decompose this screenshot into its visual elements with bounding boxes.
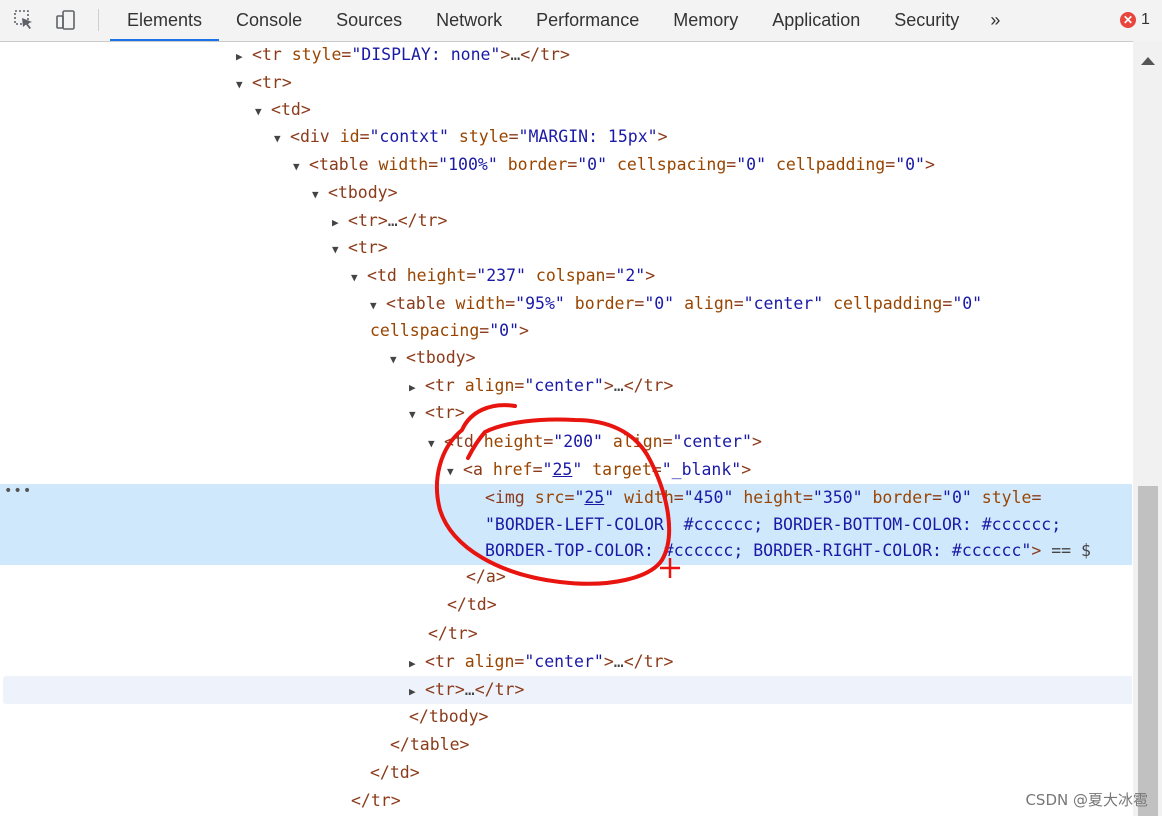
more-tabs-button[interactable]: » xyxy=(976,0,1014,41)
tree-node-close[interactable]: </tr> xyxy=(0,620,1132,648)
selected-tree-node[interactable]: <img src="25" width="450" height="350" b… xyxy=(0,484,1132,512)
error-icon: ✕ xyxy=(1120,12,1136,28)
src-link[interactable]: 25 xyxy=(584,488,604,507)
tab-elements[interactable]: Elements xyxy=(110,0,220,41)
collapse-triangle-icon[interactable]: ▼ xyxy=(312,181,328,209)
collapse-triangle-icon[interactable]: ▼ xyxy=(293,153,309,181)
tree-node-close[interactable]: </table> xyxy=(0,731,1132,759)
selected-tree-node-continuation: "BORDER-LEFT-COLOR: #cccccc; BORDER-BOTT… xyxy=(0,511,1132,539)
tree-node-close[interactable]: </tr> xyxy=(0,787,1132,815)
tree-node[interactable]: ▼ <td height="200" align="center"> xyxy=(0,428,1132,456)
error-count: 1 xyxy=(1141,11,1150,28)
expand-triangle-icon[interactable]: ▶ xyxy=(409,650,425,678)
tree-node[interactable]: ▼ <tbody> xyxy=(0,179,1132,207)
toolbar-separator xyxy=(98,9,99,31)
collapse-triangle-icon[interactable]: ▼ xyxy=(409,401,425,429)
tree-node[interactable]: ▼ <tr> xyxy=(0,234,1132,262)
collapse-triangle-icon[interactable]: ▼ xyxy=(428,430,444,458)
tree-node[interactable]: ▼ <tr> xyxy=(0,399,1132,427)
collapse-triangle-icon[interactable]: ▼ xyxy=(236,71,252,99)
tree-node-close[interactable]: </a> xyxy=(0,563,1132,591)
tab-security[interactable]: Security xyxy=(877,0,976,41)
scroll-up-arrow-icon[interactable] xyxy=(1141,57,1155,65)
error-counter[interactable]: ✕ 1 xyxy=(1120,9,1150,31)
tree-node[interactable]: ▼ <tbody> xyxy=(0,344,1132,372)
watermark: CSDN @夏大冰雹 xyxy=(1025,791,1148,809)
expand-triangle-icon[interactable]: ▶ xyxy=(236,43,252,71)
collapse-triangle-icon[interactable]: ▼ xyxy=(370,292,386,320)
tree-node-close[interactable]: </td> xyxy=(0,591,1132,619)
tree-node[interactable]: ▼ <table width="100%" border="0" cellspac… xyxy=(0,151,1132,179)
collapse-triangle-icon[interactable]: ▼ xyxy=(390,346,406,374)
collapse-triangle-icon[interactable]: ▼ xyxy=(351,264,367,292)
tab-console[interactable]: Console xyxy=(219,0,319,41)
tree-node[interactable]: ▼ <td height="237" colspan="2"> xyxy=(0,262,1132,290)
tab-sources[interactable]: Sources xyxy=(319,0,419,41)
collapse-triangle-icon[interactable]: ▼ xyxy=(447,458,463,486)
tree-node[interactable]: ▼ <tr> xyxy=(0,69,1132,97)
tree-node[interactable]: ▼ <a href="25" target="_blank"> xyxy=(0,456,1132,484)
device-toggle-icon[interactable] xyxy=(54,8,78,32)
collapse-triangle-icon[interactable]: ▼ xyxy=(255,98,271,126)
devtools-toolbar: Elements Console Sources Network Perform… xyxy=(0,0,1162,42)
panel-tabs: Elements Console Sources Network Perform… xyxy=(110,0,1014,41)
expand-triangle-icon[interactable]: ▶ xyxy=(409,678,425,706)
collapse-triangle-icon[interactable]: ▼ xyxy=(332,236,348,264)
tree-node-close[interactable]: </tbody> xyxy=(0,703,1132,731)
tree-node[interactable]: ▼ <td> xyxy=(0,96,1132,124)
tree-node[interactable]: ▶ <tr style="DISPLAY: none">…</tr> xyxy=(0,41,1132,69)
tab-application[interactable]: Application xyxy=(755,0,877,41)
hovered-tree-node[interactable]: ▶ <tr>…</tr> xyxy=(3,676,1132,704)
tree-node[interactable]: ▼ <table width="95%" border="0" align="ce… xyxy=(0,290,1132,318)
dom-tree: ▶ <tr style="DISPLAY: none">…</tr> ▼ <tr> … xyxy=(0,41,1132,816)
tree-node[interactable]: ▶ <tr align="center">…</tr> xyxy=(0,372,1132,400)
href-link[interactable]: 25 xyxy=(552,460,572,479)
expand-triangle-icon[interactable]: ▶ xyxy=(409,374,425,402)
inspect-icon[interactable] xyxy=(12,8,36,32)
vertical-scrollbar[interactable] xyxy=(1133,41,1162,816)
collapse-triangle-icon[interactable]: ▼ xyxy=(274,125,290,153)
tree-node-close[interactable]: </td> xyxy=(0,759,1132,787)
tab-memory[interactable]: Memory xyxy=(656,0,755,41)
tree-node[interactable]: ▼ <div id="contxt" style="MARGIN: 15px"> xyxy=(0,123,1132,151)
node-actions-dots[interactable]: ••• xyxy=(4,483,32,499)
expand-triangle-icon[interactable]: ▶ xyxy=(332,209,348,237)
scrollbar-thumb[interactable] xyxy=(1138,486,1158,816)
tree-node[interactable]: ▶ <tr>…</tr> xyxy=(0,207,1132,235)
tree-node-continuation: cellspacing="0"> xyxy=(370,321,529,340)
tab-performance[interactable]: Performance xyxy=(519,0,656,41)
tab-network[interactable]: Network xyxy=(419,0,519,41)
tree-node[interactable]: ▶ <tr align="center">…</tr> xyxy=(0,648,1132,676)
selected-tree-node-continuation: BORDER-TOP-COLOR: #cccccc; BORDER-RIGHT-… xyxy=(0,537,1132,565)
